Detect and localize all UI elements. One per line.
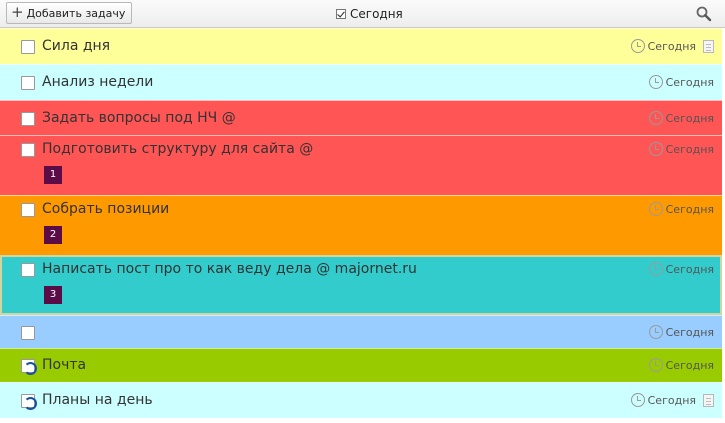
today-filter-label: Сегодня (350, 7, 403, 21)
due-date-label: Сегодня (665, 75, 714, 89)
clock-icon (630, 393, 645, 407)
task-row[interactable]: Задать вопросы под НЧ @ Сегодня (0, 100, 722, 135)
clock-icon (648, 111, 663, 125)
priority-badge: 2 (44, 226, 62, 244)
task-row[interactable]: Сегодня (0, 315, 722, 348)
due-date[interactable]: Сегодня (648, 325, 714, 339)
task-list: Сила дня Сегодня Анализ недели Сегодня Задат… (0, 28, 725, 418)
clock-icon (630, 39, 645, 53)
task-title: Собрать позиции (42, 201, 170, 217)
task-row[interactable]: Анализ недели Сегодня (0, 64, 722, 100)
task-row[interactable]: Сила дня Сегодня (0, 28, 722, 64)
task-title: Подготовить структуру для сайта @ (42, 141, 314, 157)
task-row[interactable]: Подготовить структуру для сайта @ 1 Сегодн… (0, 135, 722, 195)
due-date-label: Сегодня (665, 202, 714, 216)
clock-icon (648, 325, 663, 339)
task-title: Написать пост про то как веду дела @ maj… (42, 261, 417, 277)
due-date-label: Сегодня (647, 393, 696, 407)
today-filter[interactable]: Сегодня (336, 6, 403, 22)
search-icon[interactable] (694, 4, 714, 24)
task-title: Задать вопросы под НЧ @ (42, 110, 236, 126)
task-checkbox[interactable] (21, 263, 35, 277)
due-date-label: Сегодня (665, 262, 714, 276)
task-checkbox[interactable] (21, 203, 35, 217)
priority-badge: 3 (44, 286, 62, 304)
task-checkbox-recurring[interactable] (21, 359, 37, 375)
task-checkbox[interactable] (21, 326, 35, 340)
task-checkbox[interactable] (21, 76, 35, 90)
clock-icon (648, 142, 663, 156)
clock-icon (648, 358, 663, 372)
plus-icon: + (11, 3, 24, 21)
task-checkbox[interactable] (21, 112, 35, 126)
clock-icon (648, 202, 663, 216)
due-date-label: Сегодня (665, 358, 714, 372)
add-task-button[interactable]: + Добавить задачу (6, 2, 133, 24)
due-date[interactable]: Сегодня (630, 393, 714, 407)
due-date-label: Сегодня (647, 39, 696, 53)
task-title: Почта (42, 357, 87, 373)
add-task-label: Добавить задачу (26, 6, 126, 20)
task-title: Планы на день (42, 392, 153, 408)
priority-badge: 1 (44, 166, 62, 184)
task-checkbox[interactable] (21, 143, 35, 157)
due-date[interactable]: Сегодня (648, 75, 714, 89)
task-checkbox-recurring[interactable] (21, 394, 37, 410)
due-date-label: Сегодня (665, 142, 714, 156)
due-date[interactable]: Сегодня (648, 142, 714, 156)
today-filter-checkbox[interactable] (336, 9, 346, 19)
clock-icon (648, 262, 663, 276)
due-date-label: Сегодня (665, 111, 714, 125)
note-icon[interactable] (703, 393, 714, 407)
note-icon[interactable] (703, 39, 714, 53)
due-date[interactable]: Сегодня (648, 358, 714, 372)
due-date-label: Сегодня (665, 325, 714, 339)
task-row[interactable]: Написать пост про то как веду дела @ maj… (0, 255, 722, 315)
task-title: Анализ недели (42, 74, 154, 90)
task-row[interactable]: Почта Сегодня (0, 348, 722, 382)
toolbar: + Добавить задачу Сегодня (0, 0, 725, 28)
task-row[interactable]: Собрать позиции 2 Сегодня (0, 195, 722, 255)
task-title: Сила дня (42, 38, 111, 54)
due-date[interactable]: Сегодня (648, 111, 714, 125)
due-date[interactable]: Сегодня (648, 202, 714, 216)
due-date[interactable]: Сегодня (630, 39, 714, 53)
task-checkbox[interactable] (21, 40, 35, 54)
task-row[interactable]: Планы на день Сегодня (0, 382, 722, 418)
due-date[interactable]: Сегодня (648, 262, 714, 276)
clock-icon (648, 75, 663, 89)
